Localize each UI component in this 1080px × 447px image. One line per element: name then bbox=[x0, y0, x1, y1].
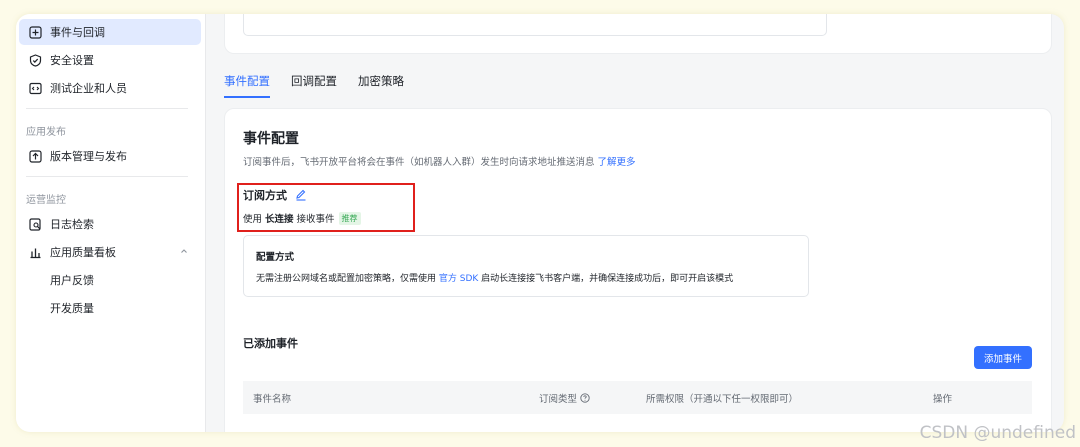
sidebar-divider bbox=[26, 176, 188, 177]
column-header-subscribe-type: 订阅类型 bbox=[539, 391, 590, 405]
sidebar-divider bbox=[26, 108, 188, 109]
section-title-publish: 应用发布 bbox=[26, 127, 66, 138]
shield-icon bbox=[29, 53, 42, 67]
tab-active-indicator bbox=[224, 96, 270, 98]
tab-callback-config[interactable]: 回调配置 bbox=[291, 72, 337, 98]
mode-name: 长连接 bbox=[265, 214, 294, 225]
code-box-icon bbox=[29, 82, 42, 95]
tab-label: 加密策略 bbox=[358, 74, 404, 88]
watermark: CSDN @undefined bbox=[919, 423, 1076, 443]
sidebar-item-dev-quality[interactable]: 开发质量 bbox=[19, 295, 201, 321]
config-method-title: 配置方式 bbox=[256, 252, 295, 263]
sidebar-item-security[interactable]: 安全设置 bbox=[19, 47, 201, 73]
sidebar-item-test-tenant[interactable]: 测试企业和人员 bbox=[19, 75, 201, 101]
config-desc-part1: 无需注册公网域名或配置加密策略，仅需使用 bbox=[256, 274, 437, 284]
sidebar-item-user-feedback[interactable]: 用户反馈 bbox=[19, 267, 201, 293]
description-text: 订阅事件后，飞书开放平台将会在事件（如机器人入群）发生时向请求地址推送消息 bbox=[243, 157, 595, 168]
learn-more-link[interactable]: 了解更多 bbox=[598, 157, 636, 168]
sidebar-item-label: 日志检索 bbox=[50, 218, 94, 231]
sidebar-item-version-management[interactable]: 版本管理与发布 bbox=[19, 143, 201, 169]
sidebar-item-label: 开发质量 bbox=[50, 302, 94, 315]
tab-event-config[interactable]: 事件配置 bbox=[224, 72, 270, 98]
event-config-card: 事件配置 订阅事件后，飞书开放平台将会在事件（如机器人入群）发生时向请求地址推送… bbox=[224, 108, 1052, 432]
official-sdk-link[interactable]: 官方 SDK bbox=[439, 274, 478, 284]
top-inner-box bbox=[243, 14, 827, 36]
subscribe-mode-line: 使用 长连接 接收事件 推荐 bbox=[243, 211, 361, 225]
column-header-actions: 操作 bbox=[933, 394, 953, 405]
page-description: 订阅事件后，飞书开放平台将会在事件（如机器人入群）发生时向请求地址推送消息 了解… bbox=[243, 154, 636, 168]
sidebar-item-label: 应用质量看板 bbox=[50, 246, 116, 259]
sidebar-item-quality-dashboard[interactable]: 应用质量看板 bbox=[19, 239, 201, 265]
log-search-icon bbox=[29, 217, 42, 231]
edit-icon[interactable] bbox=[295, 189, 307, 201]
help-icon[interactable] bbox=[580, 393, 590, 403]
plus-square-icon bbox=[29, 25, 42, 39]
subscribe-method-label: 订阅方式 bbox=[243, 189, 287, 202]
subscribe-method-title: 订阅方式 bbox=[243, 187, 307, 203]
sidebar-item-label: 事件与回调 bbox=[50, 26, 105, 39]
mode-prefix: 使用 bbox=[243, 214, 263, 225]
upload-box-icon bbox=[29, 149, 42, 163]
add-event-button[interactable]: 添加事件 bbox=[974, 346, 1032, 369]
recommended-badge: 推荐 bbox=[338, 211, 361, 225]
sidebar-item-label: 安全设置 bbox=[50, 54, 94, 67]
chevron-up-icon bbox=[179, 246, 189, 259]
tab-label: 回调配置 bbox=[291, 74, 337, 88]
column-header-event-name: 事件名称 bbox=[253, 394, 292, 405]
bar-chart-icon bbox=[29, 246, 42, 259]
page-title: 事件配置 bbox=[243, 131, 299, 147]
tab-encryption-policy[interactable]: 加密策略 bbox=[358, 72, 404, 98]
column-header-permissions: 所需权限（开通以下任一权限即可） bbox=[646, 394, 799, 405]
tab-label: 事件配置 bbox=[224, 74, 270, 88]
config-desc-part2: 启动长连接接飞书客户端，并确保连接成功后，即可开启该模式 bbox=[481, 274, 734, 284]
config-method-description: 无需注册公网域名或配置加密策略，仅需使用 官方 SDK 启动长连接接飞书客户端，… bbox=[256, 271, 733, 284]
mode-suffix: 接收事件 bbox=[296, 214, 335, 225]
sidebar-item-label: 用户反馈 bbox=[50, 274, 94, 287]
events-table-header: 事件名称 订阅类型 所需权限（开通以下任一权限即可） 操作 bbox=[243, 381, 1032, 414]
app-frame: 事件与回调 安全设置 测试企业和人员 应用发布 版本管理与发布 运营监控 日志检… bbox=[16, 14, 1064, 432]
sidebar: 事件与回调 安全设置 测试企业和人员 应用发布 版本管理与发布 运营监控 日志检… bbox=[16, 14, 206, 432]
section-title-monitor: 运营监控 bbox=[26, 195, 66, 206]
config-method-box: 配置方式 无需注册公网域名或配置加密策略，仅需使用 官方 SDK 启动长连接接飞… bbox=[243, 235, 809, 297]
column-header-label: 订阅类型 bbox=[539, 394, 578, 405]
sidebar-item-events-callbacks[interactable]: 事件与回调 bbox=[19, 19, 201, 45]
sidebar-item-label: 测试企业和人员 bbox=[50, 82, 127, 95]
top-card bbox=[224, 14, 1052, 54]
added-events-title: 已添加事件 bbox=[243, 337, 298, 350]
sidebar-item-label: 版本管理与发布 bbox=[50, 150, 127, 163]
sidebar-item-log-search[interactable]: 日志检索 bbox=[19, 211, 201, 237]
